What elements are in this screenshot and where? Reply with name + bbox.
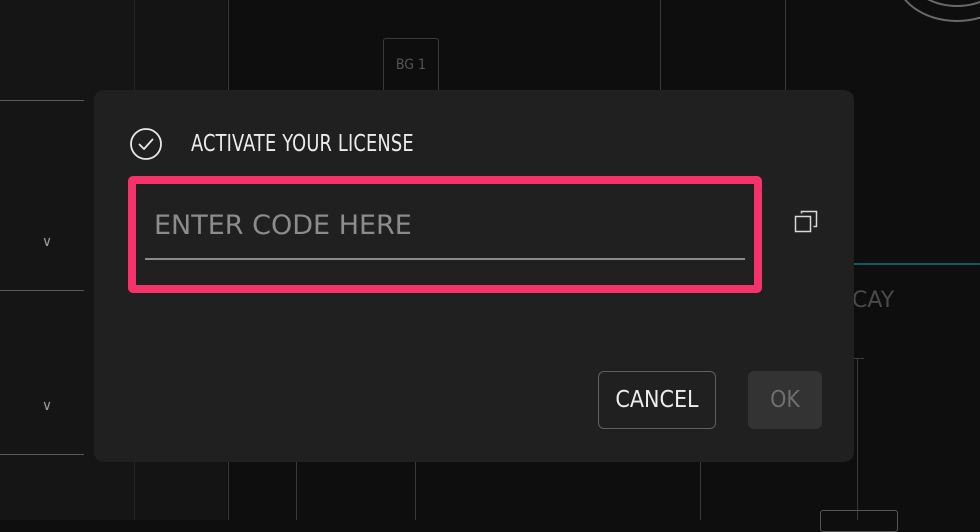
license-code-field bbox=[128, 176, 763, 293]
dialog-header: ACTIVATE YOUR LICENSE bbox=[130, 128, 450, 160]
chevron-down-icon[interactable]: ∨ bbox=[38, 233, 56, 251]
accent-line bbox=[853, 263, 980, 265]
chevron-down-icon[interactable]: ∨ bbox=[38, 397, 56, 415]
divider bbox=[700, 462, 701, 520]
divider bbox=[0, 100, 84, 101]
license-dialog: ACTIVATE YOUR LICENSE CANCEL OK bbox=[94, 90, 854, 462]
license-code-input[interactable] bbox=[145, 204, 763, 246]
bg-badge: BG 1 bbox=[383, 38, 439, 92]
ok-button[interactable]: OK bbox=[748, 371, 822, 429]
divider bbox=[785, 0, 786, 90]
divider bbox=[857, 358, 858, 520]
bg-label: CAY bbox=[852, 288, 895, 313]
check-circle-icon bbox=[130, 128, 162, 160]
dialog-title: ACTIVATE YOUR LICENSE bbox=[191, 131, 414, 157]
divider bbox=[0, 290, 84, 291]
divider bbox=[296, 462, 297, 520]
divider bbox=[660, 0, 661, 90]
bg-box bbox=[820, 510, 898, 532]
cancel-button[interactable]: CANCEL bbox=[598, 371, 716, 429]
paste-icon[interactable] bbox=[794, 210, 818, 234]
divider bbox=[0, 454, 84, 455]
divider bbox=[415, 462, 416, 520]
input-underline bbox=[145, 258, 745, 260]
